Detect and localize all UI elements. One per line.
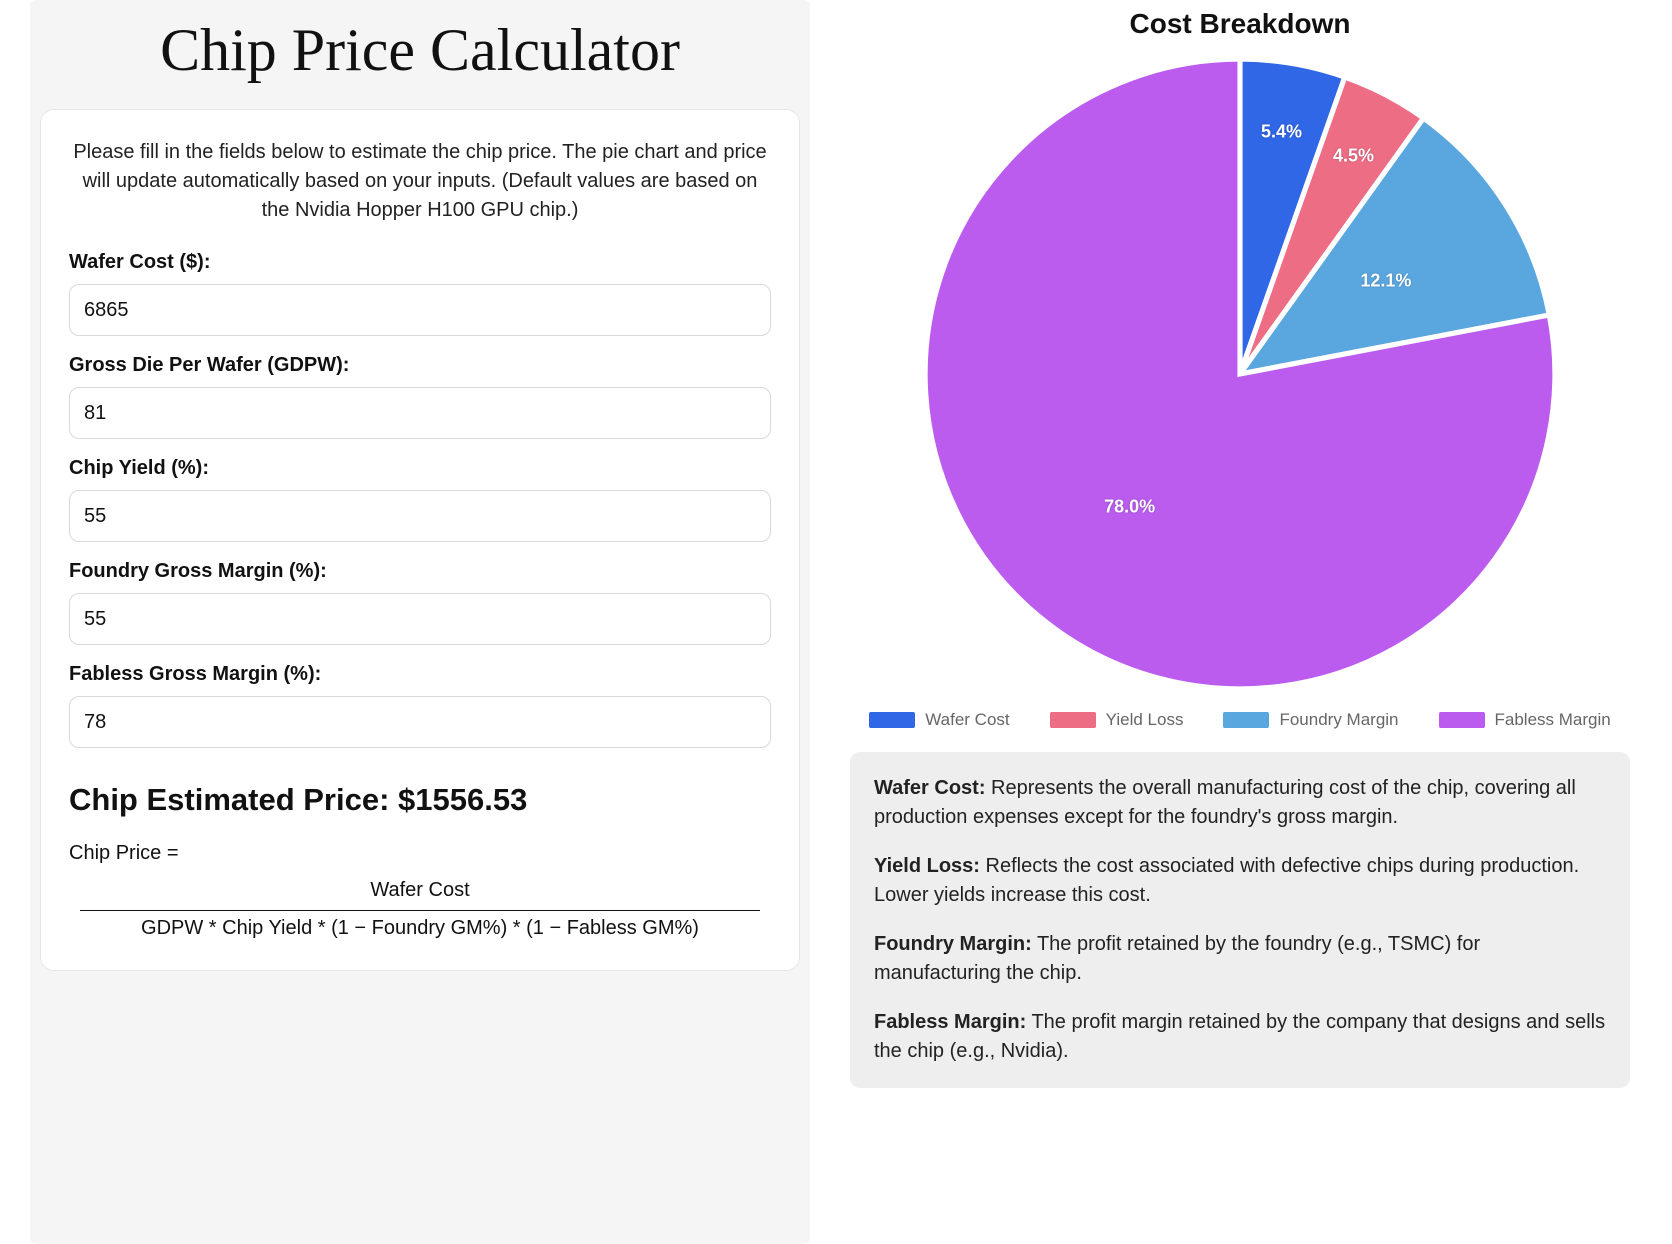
legend-label: Foundry Margin bbox=[1279, 710, 1398, 730]
legend-item[interactable]: Foundry Margin bbox=[1223, 710, 1398, 730]
calculator-card: Please fill in the fields below to estim… bbox=[40, 109, 800, 971]
glossary-desc: Reflects the cost associated with defect… bbox=[874, 855, 1579, 906]
legend-label: Yield Loss bbox=[1106, 710, 1184, 730]
legend-swatch bbox=[1050, 712, 1096, 728]
glossary-entry: Fabless Margin: The profit margin retain… bbox=[874, 1008, 1606, 1066]
chart-legend: Wafer Cost Yield Loss Foundry Margin Fables… bbox=[850, 710, 1630, 730]
breakdown-panel: Cost Breakdown 5.4%4.5%12.1%78.0% Wafer … bbox=[850, 0, 1630, 1244]
legend-item[interactable]: Wafer Cost bbox=[869, 710, 1009, 730]
estimated-price: Chip Estimated Price: $1556.53 bbox=[69, 782, 771, 818]
legend-swatch bbox=[1223, 712, 1269, 728]
glossary-entry: Wafer Cost: Represents the overall manuf… bbox=[874, 774, 1606, 832]
glossary-term: Wafer Cost: bbox=[874, 777, 985, 799]
glossary-term: Foundry Margin: bbox=[874, 933, 1032, 955]
fabless-margin-label: Fabless Gross Margin (%): bbox=[69, 663, 771, 686]
glossary-term: Yield Loss: bbox=[874, 855, 980, 877]
calculator-panel: Chip Price Calculator Please fill in the… bbox=[30, 0, 810, 1244]
glossary-entry: Yield Loss: Reflects the cost associated… bbox=[874, 852, 1606, 910]
estimated-price-label: Chip Estimated Price: bbox=[69, 782, 398, 817]
intro-text: Please fill in the fields below to estim… bbox=[69, 138, 771, 225]
legend-swatch bbox=[1439, 712, 1485, 728]
foundry-margin-input[interactable] bbox=[69, 593, 771, 645]
glossary-term: Fabless Margin: bbox=[874, 1011, 1026, 1033]
wafer-cost-label: Wafer Cost ($): bbox=[69, 251, 771, 274]
formula-lead: Chip Price = bbox=[69, 842, 771, 865]
legend-item[interactable]: Yield Loss bbox=[1050, 710, 1184, 730]
formula-numerator: Wafer Cost bbox=[356, 879, 483, 908]
legend-label: Wafer Cost bbox=[925, 710, 1009, 730]
wafer-cost-input[interactable] bbox=[69, 284, 771, 336]
glossary-box: Wafer Cost: Represents the overall manuf… bbox=[850, 752, 1630, 1088]
yield-label: Chip Yield (%): bbox=[69, 457, 771, 480]
formula-denominator: GDPW * Chip Yield * (1 − Foundry GM%) * … bbox=[80, 910, 760, 940]
foundry-margin-label: Foundry Gross Margin (%): bbox=[69, 560, 771, 583]
chart-title: Cost Breakdown bbox=[850, 8, 1630, 40]
legend-item[interactable]: Fabless Margin bbox=[1439, 710, 1611, 730]
formula-fraction: Wafer Cost GDPW * Chip Yield * (1 − Foun… bbox=[69, 879, 771, 940]
gdpw-input[interactable] bbox=[69, 387, 771, 439]
page-title: Chip Price Calculator bbox=[40, 0, 800, 109]
gdpw-label: Gross Die Per Wafer (GDPW): bbox=[69, 354, 771, 377]
estimated-price-value: $1556.53 bbox=[398, 782, 527, 817]
pie-chart: 5.4%4.5%12.1%78.0% bbox=[920, 54, 1560, 694]
yield-input[interactable] bbox=[69, 490, 771, 542]
legend-swatch bbox=[869, 712, 915, 728]
fabless-margin-input[interactable] bbox=[69, 696, 771, 748]
legend-label: Fabless Margin bbox=[1495, 710, 1611, 730]
glossary-entry: Foundry Margin: The profit retained by t… bbox=[874, 930, 1606, 988]
